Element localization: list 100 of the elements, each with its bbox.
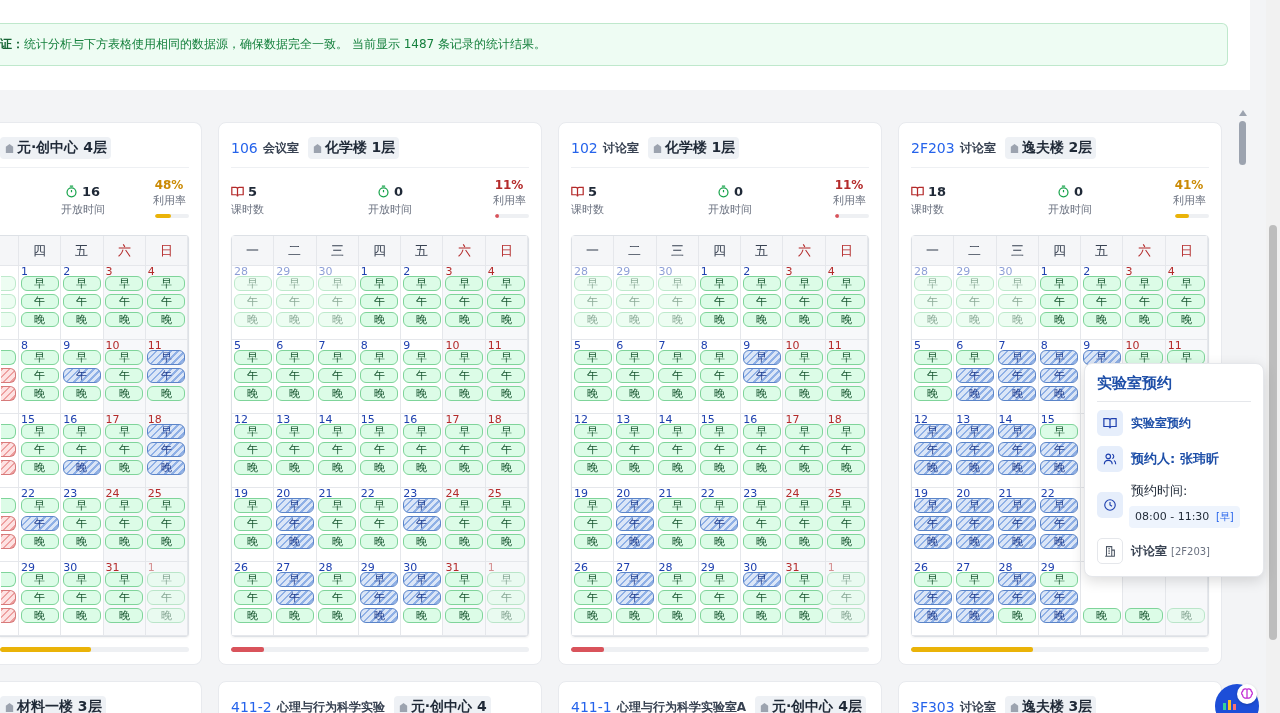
slot-pill[interactable]: 晚	[615, 460, 654, 475]
slot-pill[interactable]: 晚	[573, 460, 612, 475]
slot-pill[interactable]: 早	[402, 572, 441, 587]
slot-pill[interactable]: 晚	[402, 608, 441, 623]
slot-pill[interactable]: 早	[615, 350, 654, 365]
slot-pill[interactable]: 晚	[360, 460, 399, 475]
slot-pill[interactable]: 晚	[318, 608, 357, 623]
slot-pill[interactable]: 午	[998, 590, 1037, 605]
slot-pill[interactable]: 晚	[785, 534, 824, 549]
slot-pill[interactable]: 午	[785, 516, 824, 531]
slot-pill[interactable]: 早	[658, 424, 697, 439]
slot-pill[interactable]: 午	[827, 368, 866, 383]
slot-pill[interactable]: 早	[233, 350, 272, 365]
slot-pill[interactable]: 早	[105, 572, 144, 587]
slot-pill[interactable]: 午	[147, 516, 186, 531]
slot-pill[interactable]: 午	[785, 294, 824, 309]
slot-pill[interactable]: 午	[147, 368, 186, 383]
slot-pill[interactable]: 早	[360, 572, 399, 587]
slot-pill[interactable]: 午	[233, 368, 272, 383]
slot-pill[interactable]: 早	[233, 424, 272, 439]
slot-pill[interactable]: 早	[20, 572, 59, 587]
slot-pill[interactable]	[1, 442, 16, 457]
slot-pill[interactable]: 午	[318, 368, 357, 383]
slot-pill[interactable]: 午	[700, 294, 739, 309]
slot-pill[interactable]: 午	[275, 590, 314, 605]
slot-pill[interactable]: 午	[658, 368, 697, 383]
slot-pill[interactable]: 早	[1040, 276, 1079, 291]
slot-pill[interactable]: 午	[318, 516, 357, 531]
slot-pill[interactable]: 晚	[20, 608, 59, 623]
slot-pill[interactable]: 午	[827, 442, 866, 457]
slot-pill[interactable]: 晚	[62, 460, 101, 475]
slot-pill[interactable]: 午	[573, 368, 612, 383]
slot-pill[interactable]: 晚	[700, 312, 739, 327]
slot-pill[interactable]: 晚	[955, 386, 994, 401]
slot-pill[interactable]: 早	[20, 276, 59, 291]
slot-pill[interactable]: 早	[1125, 276, 1164, 291]
slot-pill[interactable]: 午	[402, 294, 441, 309]
slot-pill[interactable]: 午	[742, 294, 781, 309]
slot-pill[interactable]: 早	[233, 572, 272, 587]
slot-pill[interactable]: 早	[402, 350, 441, 365]
slot-pill[interactable]: 晚	[615, 608, 654, 623]
slot-pill[interactable]: 晚	[1040, 312, 1079, 327]
slot-pill[interactable]: 晚	[445, 460, 484, 475]
slot-pill[interactable]: 午	[360, 368, 399, 383]
slot-pill[interactable]: 午	[573, 516, 612, 531]
slot-pill[interactable]: 晚	[105, 386, 144, 401]
slot-pill[interactable]: 晚	[487, 386, 526, 401]
slot-pill[interactable]: 晚	[742, 460, 781, 475]
slot-pill[interactable]: 早	[785, 350, 824, 365]
slot-pill[interactable]: 早	[1040, 424, 1079, 439]
slot-pill[interactable]: 早	[573, 350, 612, 365]
slot-pill[interactable]: 晚	[1125, 608, 1164, 623]
slot-pill[interactable]: 早	[62, 276, 101, 291]
slot-pill[interactable]: 晚	[360, 534, 399, 549]
slot-pill[interactable]: 早	[445, 498, 484, 513]
slot-pill[interactable]: 早	[318, 572, 357, 587]
slot-pill[interactable]: 午	[62, 368, 101, 383]
slot-pill[interactable]: 晚	[62, 608, 101, 623]
slot-pill[interactable]: 早	[998, 350, 1037, 365]
slot-pill[interactable]: 晚	[487, 312, 526, 327]
slot-pill[interactable]: 早	[445, 350, 484, 365]
slot-pill[interactable]: 早	[827, 498, 866, 513]
slot-pill[interactable]: 晚	[700, 608, 739, 623]
slot-pill[interactable]: 早	[573, 572, 612, 587]
slot-pill[interactable]: 午	[105, 516, 144, 531]
slot-pill[interactable]: 午	[487, 442, 526, 457]
slot-pill[interactable]: 午	[615, 590, 654, 605]
slot-pill[interactable]: 午	[105, 294, 144, 309]
slot-pill[interactable]	[1, 386, 16, 401]
slot-pill[interactable]: 午	[402, 442, 441, 457]
slot-pill[interactable]: 早	[827, 276, 866, 291]
slot-pill[interactable]: 晚	[445, 608, 484, 623]
slot-pill[interactable]: 午	[742, 368, 781, 383]
slot-pill[interactable]: 早	[147, 424, 186, 439]
slot-pill[interactable]: 晚	[360, 608, 399, 623]
slot-pill[interactable]: 早	[998, 498, 1037, 513]
slot-pill[interactable]: 午	[913, 368, 952, 383]
slot-pill[interactable]: 晚	[105, 312, 144, 327]
slot-pill[interactable]	[1, 498, 16, 513]
slot-pill[interactable]	[1, 572, 16, 587]
slot-pill[interactable]: 晚	[615, 534, 654, 549]
slot-pill[interactable]: 午	[1040, 294, 1079, 309]
slot-pill[interactable]: 晚	[700, 386, 739, 401]
slot-pill[interactable]: 午	[487, 294, 526, 309]
slot-pill[interactable]: 早	[955, 424, 994, 439]
slot-pill[interactable]: 早	[20, 350, 59, 365]
slot-pill[interactable]: 午	[62, 516, 101, 531]
slot-pill[interactable]: 晚	[1082, 608, 1121, 623]
slot-pill[interactable]: 午	[360, 294, 399, 309]
slot-pill[interactable]: 晚	[147, 460, 186, 475]
slot-pill[interactable]	[1, 460, 16, 475]
slot-pill[interactable]	[1, 516, 16, 531]
slot-pill[interactable]: 早	[147, 498, 186, 513]
slot-pill[interactable]: 午	[998, 442, 1037, 457]
slot-pill[interactable]: 早	[615, 498, 654, 513]
slot-pill[interactable]: 早	[827, 424, 866, 439]
slot-pill[interactable]: 午	[445, 516, 484, 531]
slot-pill[interactable]: 早	[20, 498, 59, 513]
slot-pill[interactable]	[1, 534, 16, 549]
slot-pill[interactable]: 晚	[318, 534, 357, 549]
